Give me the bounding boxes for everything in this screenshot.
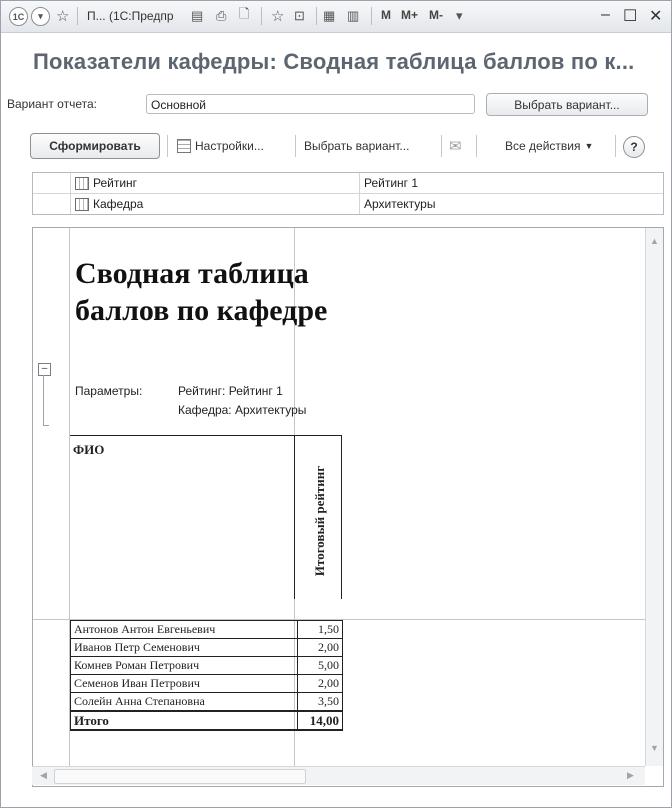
- page-title: Показатели кафедры: Сводная таблица балл…: [33, 49, 635, 74]
- chevron-down-icon[interactable]: ▾: [31, 7, 50, 26]
- memory-minus-button[interactable]: M-: [429, 8, 443, 22]
- save-icon[interactable]: ▤: [191, 7, 203, 25]
- parameter-checkbox-cell[interactable]: [33, 194, 71, 214]
- calculator-icon[interactable]: ▦: [323, 7, 335, 25]
- parameter-checkbox-cell[interactable]: [33, 173, 71, 193]
- select-variant-button[interactable]: Выбрать вариант...: [486, 93, 648, 116]
- scroll-right-icon[interactable]: ▶: [627, 770, 634, 781]
- settings-icon: [177, 139, 191, 153]
- help-icon: ?: [623, 136, 645, 158]
- parameter-name-cell: Кафедра: [71, 194, 360, 214]
- print-icon[interactable]: ⎙: [216, 7, 226, 25]
- rating-value: 2,00: [297, 674, 343, 693]
- horizontal-scrollbar[interactable]: ◀ ▶: [32, 766, 645, 785]
- column-header-rating: Итоговый рейтинг: [301, 444, 339, 598]
- parameter-row[interactable]: Кафедра Архитектуры: [33, 194, 663, 214]
- column-header-name: ФИО: [73, 442, 105, 457]
- scrollbar-thumb[interactable]: [54, 769, 306, 784]
- app-logo-icon[interactable]: 1С: [9, 7, 28, 26]
- rating-value: 2,00: [297, 638, 343, 657]
- settings-button[interactable]: Настройки...: [177, 135, 264, 157]
- column-header-rating-label: Итоговый рейтинг: [312, 465, 328, 577]
- table-row[interactable]: Солейн Анна Степановна 3,50: [70, 692, 343, 712]
- total-label: Итого: [70, 710, 298, 731]
- scroll-left-icon[interactable]: ◀: [40, 770, 47, 781]
- report-param-rating: Рейтинг: Рейтинг 1: [178, 384, 283, 398]
- window-title: П... (1С:Предпр: [87, 9, 174, 23]
- student-name: Семенов Иван Петрович: [70, 674, 298, 693]
- parameter-value[interactable]: Архитектуры: [360, 194, 663, 214]
- memory-button[interactable]: M: [381, 8, 391, 22]
- divider: [441, 135, 442, 157]
- send-email-icon[interactable]: ✉: [449, 135, 462, 157]
- group-bracket: [43, 425, 49, 426]
- parameter-name: Рейтинг: [93, 176, 138, 190]
- report-param-department: Кафедра: Архитектуры: [178, 403, 307, 417]
- table-row[interactable]: Комнев Роман Петрович 5,00: [70, 656, 343, 675]
- generate-button[interactable]: Сформировать: [30, 133, 160, 159]
- select-variant-label: Выбрать вариант...: [304, 139, 410, 153]
- table-row[interactable]: Антонов Антон Евгеньевич 1,50: [70, 620, 343, 639]
- settings-label: Настройки...: [195, 139, 264, 153]
- student-name: Иванов Петр Семенович: [70, 638, 298, 657]
- divider: [371, 7, 372, 25]
- table-icon: [75, 176, 89, 190]
- total-value: 14,00: [297, 710, 343, 731]
- header-border: [70, 435, 295, 436]
- preview-icon[interactable]: 🗋: [239, 6, 249, 25]
- memory-plus-button[interactable]: M+: [401, 8, 418, 22]
- title-bar: 1С ▾ ☆ П... (1С:Предпр ▤ ⎙ 🗋 ☆ ⊡ ▦ ▥ M M…: [1, 1, 671, 33]
- student-name: Антонов Антон Евгеньевич: [70, 620, 298, 639]
- close-icon[interactable]: ✕: [649, 6, 662, 26]
- divider: [295, 135, 296, 157]
- parameters-table: Рейтинг Рейтинг 1 Кафедра Архитектуры: [32, 172, 664, 215]
- divider: [476, 135, 477, 157]
- favorites-icon[interactable]: ⊡: [294, 7, 305, 25]
- all-actions-label: Все действия: [505, 139, 581, 153]
- student-name: Комнев Роман Петрович: [70, 656, 298, 675]
- select-variant-toolbar-button[interactable]: Выбрать вариант...: [304, 135, 409, 157]
- data-table: Антонов Антон Евгеньевич 1,50 Иванов Пет…: [70, 620, 343, 731]
- parameter-name: Кафедра: [93, 197, 144, 211]
- divider: [316, 7, 317, 25]
- divider: [261, 7, 262, 25]
- chevron-down-icon[interactable]: ▾: [456, 7, 463, 25]
- variant-label: Вариант отчета:: [7, 97, 97, 111]
- table-row[interactable]: Иванов Петр Семенович 2,00: [70, 638, 343, 657]
- add-favorite-icon[interactable]: ☆: [271, 7, 284, 25]
- parameter-name-cell: Рейтинг: [71, 173, 360, 193]
- rating-value: 1,50: [297, 620, 343, 639]
- parameter-row[interactable]: Рейтинг Рейтинг 1: [33, 173, 663, 194]
- divider: [77, 7, 78, 25]
- scroll-up-icon[interactable]: ▲: [650, 236, 659, 246]
- rating-value: 5,00: [297, 656, 343, 675]
- parameter-value[interactable]: Рейтинг 1: [360, 173, 663, 193]
- report-window: 1С ▾ ☆ П... (1С:Предпр ▤ ⎙ 🗋 ☆ ⊡ ▦ ▥ M M…: [0, 0, 672, 808]
- table-icon: [75, 197, 89, 211]
- calendar-icon[interactable]: ▥: [347, 7, 359, 25]
- table-row[interactable]: Семенов Иван Петрович 2,00: [70, 674, 343, 693]
- divider: [615, 135, 616, 157]
- student-name: Солейн Анна Степановна: [70, 692, 298, 712]
- report-params-label: Параметры:: [75, 384, 143, 398]
- star-icon[interactable]: ☆: [56, 7, 69, 25]
- chevron-down-icon: ▼: [584, 141, 594, 151]
- divider: [167, 135, 168, 157]
- minimize-icon[interactable]: –: [601, 6, 610, 24]
- help-button[interactable]: ?: [623, 136, 645, 158]
- vertical-scrollbar[interactable]: ▲ ▼: [645, 228, 663, 766]
- variant-field[interactable]: Основной: [146, 94, 475, 114]
- total-row[interactable]: Итого 14,00: [70, 710, 343, 731]
- report-title: Сводная таблица баллов по кафедре: [75, 257, 328, 327]
- group-collapse-icon[interactable]: –: [38, 363, 51, 376]
- rating-value: 3,50: [297, 692, 343, 712]
- all-actions-menu[interactable]: Все действия ▼: [505, 135, 593, 157]
- maximize-icon[interactable]: ☐: [623, 6, 637, 26]
- scroll-down-icon[interactable]: ▼: [650, 743, 659, 753]
- group-bracket: [43, 375, 44, 425]
